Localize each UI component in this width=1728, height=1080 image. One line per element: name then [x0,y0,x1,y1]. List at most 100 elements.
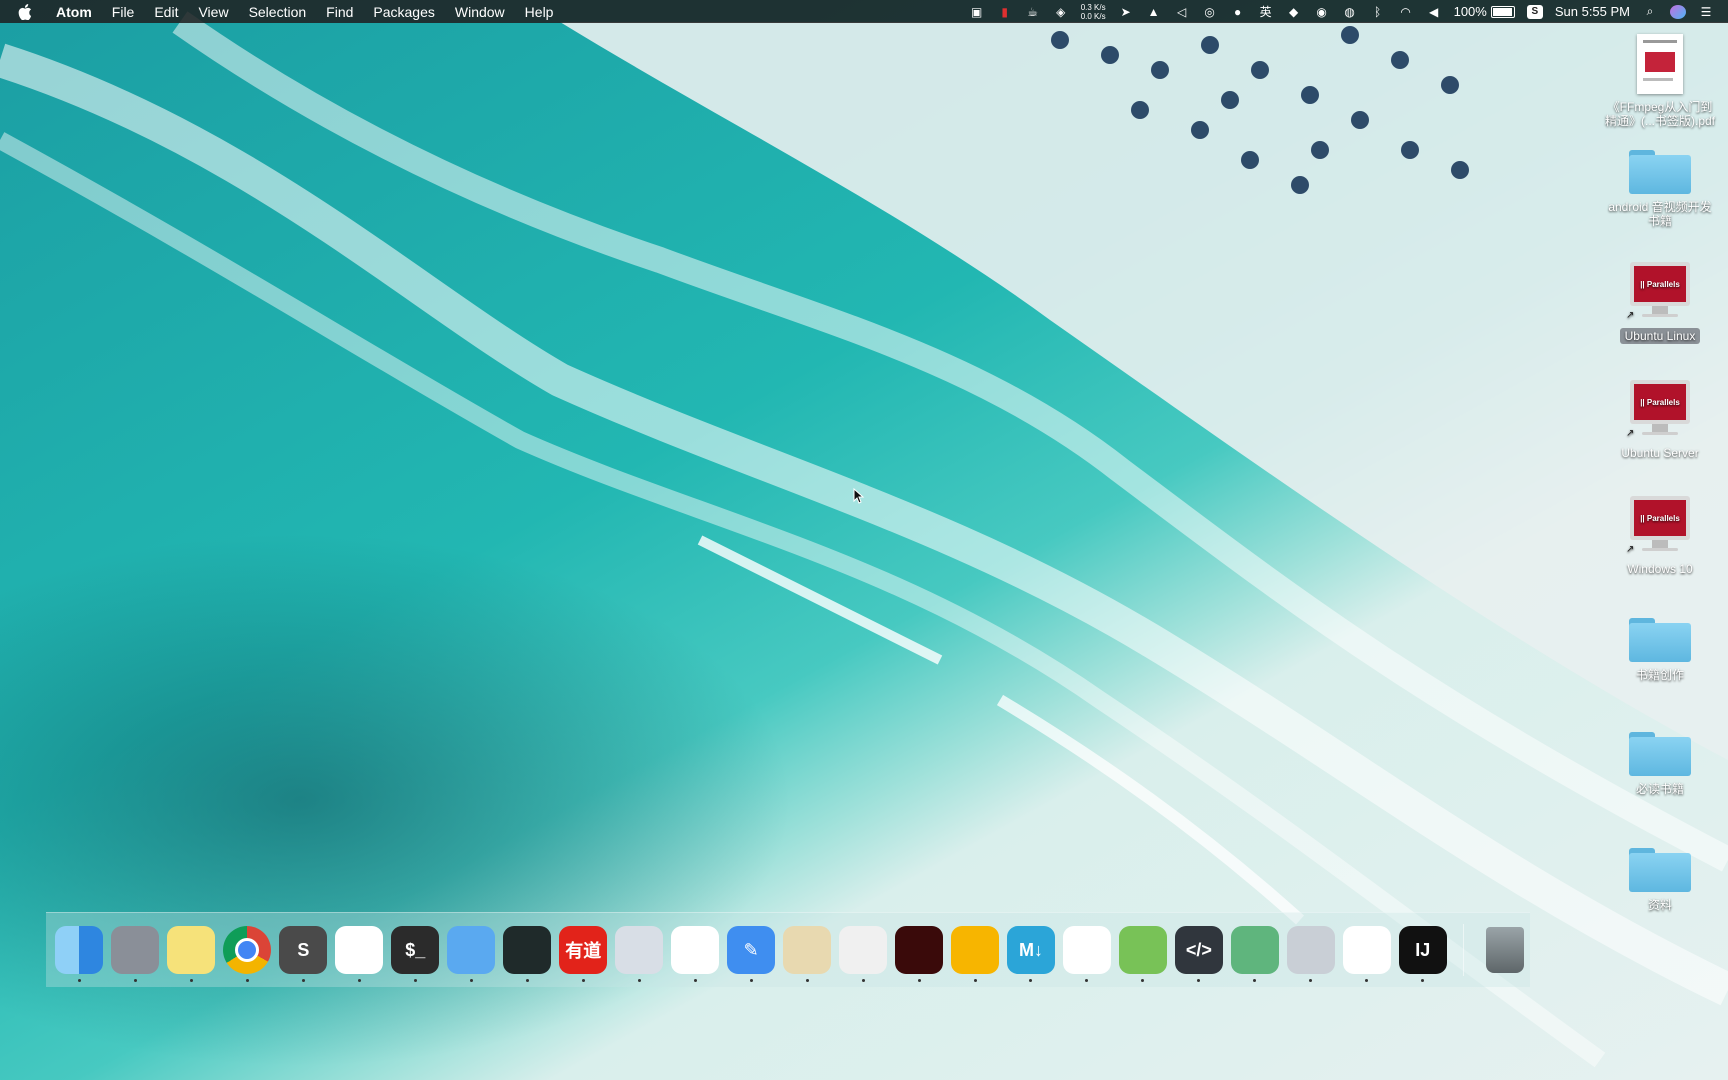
running-indicator [1421,979,1425,982]
running-indicator [189,979,193,982]
desktop-folder-android-books[interactable]: android 音视频开发书籍 [1600,150,1720,228]
unity-icon [1062,926,1111,974]
running-indicator [861,979,865,982]
menu-packages[interactable]: Packages [373,4,434,20]
dock-item-xcode[interactable] [446,922,497,982]
dock-item-finder[interactable] [54,922,105,982]
apple-menu-icon[interactable] [18,3,40,20]
network-speed[interactable]: 0.3 K/s 0.0 K/s [1081,3,1106,21]
desktop-folder-must-read[interactable]: 必读书籍 [1600,732,1720,796]
circle-icon[interactable]: ◎ [1202,5,1218,19]
spotlight-search-icon[interactable]: ⌕ [1642,4,1658,19]
menu-help[interactable]: Help [525,4,554,20]
dock-item-markdown[interactable]: M↓ [1005,922,1056,982]
intellij-idea-icon: IJ [1398,926,1447,974]
running-indicator [637,979,641,982]
desktop-vm-ubuntu-linux[interactable]: || Parallels ↗ Ubuntu Linux [1600,262,1720,344]
notification-center-icon[interactable]: ☰ [1698,5,1714,19]
desktop-file-ffmpeg-pdf[interactable]: 《FFmpeg从入门到精通》(...书签版).pdf [1600,34,1720,128]
menu-app-name[interactable]: Atom [56,4,92,20]
menu-edit[interactable]: Edit [154,4,178,20]
paper-plane-icon[interactable]: ➤ [1118,5,1134,19]
desktop-vm-windows-10[interactable]: || Parallels ↗ Windows 10 [1600,496,1720,576]
menu-find[interactable]: Find [326,4,353,20]
dock-item-chrome[interactable] [222,922,273,982]
atom-icon [1230,926,1279,974]
netspeed-down: 0.0 K/s [1080,11,1106,21]
dock-item-wechat[interactable] [334,922,385,982]
mountain-icon[interactable]: ▲ [1146,5,1162,19]
scrivener-icon[interactable]: S [1526,4,1543,19]
desktop-vm-ubuntu-server[interactable]: || Parallels ↗ Ubuntu Server [1600,380,1720,460]
acrobat-icon [895,926,944,974]
dock-item-pencil-app[interactable]: ✎ [726,922,777,982]
running-indicator [1029,979,1033,982]
running-indicator [133,979,137,982]
menu-view[interactable]: View [198,4,228,20]
shield-q-icon[interactable]: ◈ [1053,5,1069,19]
vpn-icon[interactable]: ◁ [1174,5,1190,19]
cocktail-icon [783,926,832,974]
status-area: ▣ ▮ ☕ ◈ 0.3 K/s 0.0 K/s ➤ ▲ ◁ ◎ ● 英 ◆ ◉ … [969,0,1714,23]
dock-item-acrobat[interactable] [894,922,945,982]
battery-status[interactable]: 100% [1454,4,1515,19]
menu-file[interactable]: File [112,4,135,20]
siri-icon[interactable] [1670,4,1686,19]
running-indicator [917,979,921,982]
running-indicator [1253,979,1257,982]
wifi-icon[interactable]: ◠ [1398,5,1414,19]
coffee-cup-icon[interactable]: ☕ [1025,5,1041,19]
microphone-icon[interactable]: ● [1230,5,1246,19]
dock-item-android-studio[interactable] [1117,922,1168,982]
parallels-vm-icon: || Parallels ↗ [1626,262,1692,322]
dock-item-cocktail[interactable] [782,922,833,982]
desktop-item-label: android 音视频开发书籍 [1608,200,1712,228]
menu-selection[interactable]: Selection [249,4,307,20]
dock-item-baidu-netdisk[interactable] [1341,922,1392,982]
dock-item-pitcher[interactable] [838,922,889,982]
menu-window[interactable]: Window [455,4,505,20]
desktop-folder-materials[interactable]: 资料 [1600,848,1720,912]
sublime-text-icon: S [279,926,328,974]
desktop-item-label: 资料 [1647,898,1672,912]
dock-item-sketch[interactable] [950,922,1001,982]
running-indicator [245,979,249,982]
dock-item-launchpad[interactable] [110,922,161,982]
wechat-status-icon[interactable]: ◍ [1342,5,1358,19]
youdao-icon: 有道 [559,926,608,974]
baidu-netdisk-icon [1342,926,1391,974]
screen-recorder-icon[interactable]: ▣ [969,5,985,19]
dock-item-activity-monitor[interactable] [502,922,553,982]
dock-item-unity[interactable] [1061,922,1112,982]
desktop-folder-book-writing[interactable]: 书籍创作 [1600,618,1720,682]
netspeed-up: 0.3 K/s [1080,2,1106,12]
dock-item-sublime-text[interactable]: S [278,922,329,982]
dock-item-trash[interactable] [1479,922,1530,978]
bookmark-icon[interactable]: ◆ [1286,5,1302,19]
dock-item-code-editor[interactable]: </> [1173,922,1224,982]
recording-indicator-icon[interactable]: ▮ [997,5,1013,19]
running-indicator [1309,979,1313,982]
terminal-icon: $_ [391,926,440,974]
folder-icon [1629,732,1691,776]
wechat-icon [335,926,384,974]
parallels-vm-icon: || Parallels ↗ [1626,496,1692,556]
notification-icon[interactable]: ◉ [1314,5,1330,19]
volume-icon[interactable]: ◀ [1426,5,1442,19]
dock-item-intellij-idea[interactable]: IJ [1397,922,1448,982]
dock-item-notes[interactable] [166,922,217,982]
dock-item-parallels[interactable] [614,922,665,982]
clock[interactable]: Sun 5:55 PM [1555,4,1630,19]
code-editor-icon: </> [1174,926,1223,974]
desktop-item-label: Windows 10 [1627,562,1693,576]
dock-item-youdao[interactable]: 有道 [558,922,609,982]
bluetooth-icon[interactable]: ᛒ [1370,5,1386,19]
dock-item-qq[interactable] [670,922,721,982]
battery-percent: 100% [1453,4,1487,19]
dock-item-terminal[interactable]: $_ [390,922,441,982]
parallels-icon [615,926,664,974]
input-method-icon[interactable]: 英 [1258,5,1274,19]
dock-item-photo-slideshow[interactable] [1285,922,1336,982]
dock-item-atom[interactable] [1229,922,1280,982]
chrome-icon [223,926,272,974]
